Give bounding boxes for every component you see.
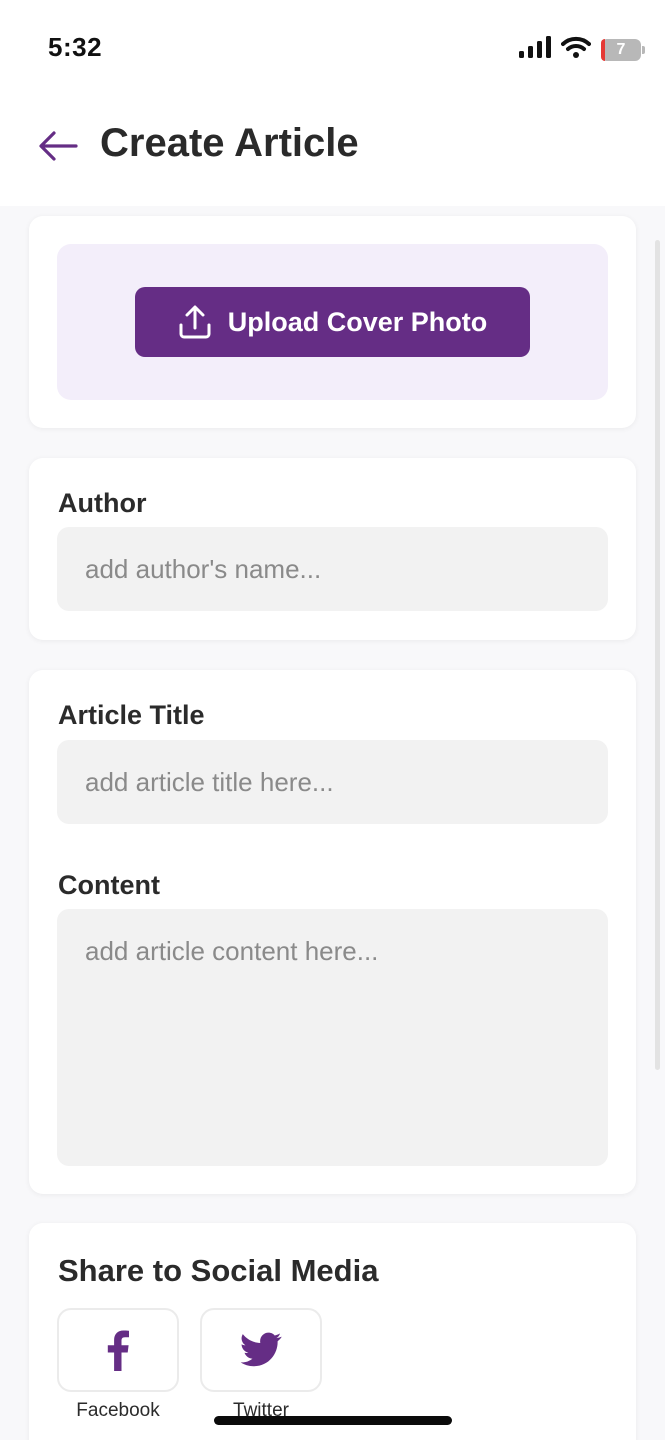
facebook-label: Facebook <box>76 1400 160 1421</box>
create-article-screen: 5:32 7 Create Article Upload Cover Photo… <box>0 0 665 1440</box>
page-title: Create Article <box>100 121 359 165</box>
scrollbar[interactable] <box>655 240 660 1070</box>
article-title-label: Article Title <box>58 700 205 730</box>
status-time: 5:32 <box>48 32 103 62</box>
cover-photo-card: Upload Cover Photo <box>29 216 636 428</box>
arrow-left-icon <box>39 131 78 161</box>
header: Create Article <box>0 96 665 206</box>
back-button[interactable] <box>36 126 80 166</box>
facebook-share-button[interactable] <box>57 1308 179 1392</box>
author-label: Author <box>58 488 147 518</box>
home-indicator[interactable] <box>214 1416 452 1425</box>
status-icons: 7 <box>519 36 645 63</box>
twitter-share-button[interactable] <box>200 1308 322 1392</box>
content-textarea[interactable] <box>57 909 608 1166</box>
upload-icon <box>179 305 211 339</box>
status-bar: 5:32 7 <box>0 0 665 96</box>
cover-upload-zone: Upload Cover Photo <box>57 244 608 400</box>
upload-button-label: Upload Cover Photo <box>227 306 488 337</box>
wifi-icon <box>561 36 591 63</box>
social-item-twitter: Twitter <box>200 1308 322 1422</box>
article-card: Article Title Content <box>29 670 636 1194</box>
twitter-icon <box>240 1332 282 1367</box>
battery-icon: 7 <box>601 38 645 61</box>
signal-icon <box>519 36 551 63</box>
article-title-input[interactable] <box>57 740 608 824</box>
social-share-heading: Share to Social Media <box>58 1253 379 1288</box>
content-label: Content <box>58 870 160 900</box>
battery-level: 7 <box>616 40 626 58</box>
facebook-icon <box>107 1330 129 1371</box>
author-input[interactable] <box>57 527 608 611</box>
upload-cover-photo-button[interactable]: Upload Cover Photo <box>135 287 530 357</box>
author-card: Author <box>29 458 636 640</box>
social-item-facebook: Facebook <box>57 1308 179 1422</box>
social-share-card: Share to Social Media Facebook Twitter <box>29 1223 636 1440</box>
